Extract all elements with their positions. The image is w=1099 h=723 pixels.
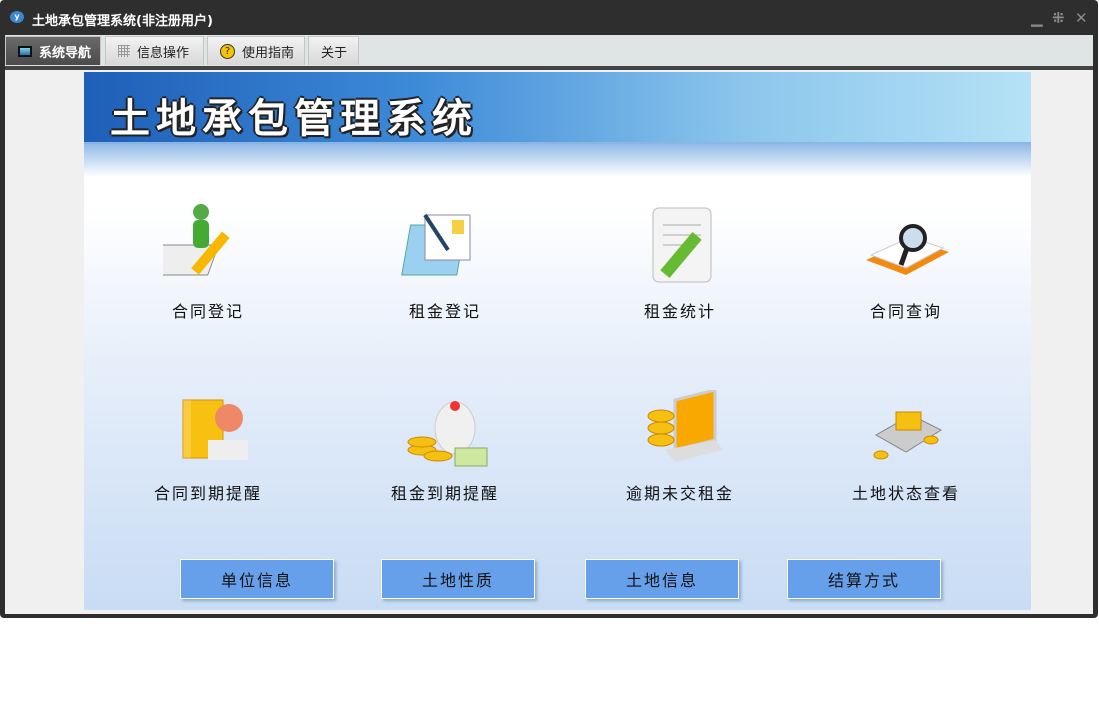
module-label: 合同登记	[171, 302, 244, 321]
module-contract-register[interactable]: 合同登记	[118, 200, 298, 322]
module-rent-statistics[interactable]: 租金统计	[590, 200, 770, 322]
grid-icon	[118, 45, 130, 57]
tab-about[interactable]: 关于	[308, 36, 359, 65]
rent-statistics-icon	[652, 207, 712, 283]
banner-title: 土地承包管理系统	[110, 96, 478, 142]
tab-label: 系统导航	[39, 45, 92, 61]
tab-label: 使用指南	[242, 45, 295, 61]
module-label: 租金登记	[408, 302, 481, 321]
help-icon: ?	[220, 43, 235, 59]
module-land-status[interactable]: 土地状态查看	[816, 390, 996, 504]
window-title: 土地承包管理系统(非注册用户)	[32, 14, 213, 29]
module-label: 逾期未交租金	[625, 484, 734, 503]
module-label: 租金统计	[643, 302, 716, 321]
tab-system-nav[interactable]: 系统导航	[5, 36, 101, 65]
module-label: 合同查询	[869, 302, 942, 321]
overdue-rent-icon	[647, 390, 723, 462]
tab-info-ops[interactable]: 信息操作	[105, 36, 204, 65]
contract-search-icon	[866, 224, 949, 275]
module-contract-search[interactable]: 合同查询	[816, 200, 996, 322]
module-rent-register[interactable]: 租金登记	[355, 200, 535, 322]
module-label: 合同到期提醒	[153, 484, 262, 503]
contract-expiry-icon	[182, 399, 248, 460]
rent-register-icon	[401, 213, 471, 276]
navigation-panel: 土地承包管理系统 合同登记 租金登记 租金统计 合同查询 合同到期提醒 租金到期…	[84, 72, 1031, 610]
restore-icon[interactable]: ⁜	[1052, 9, 1065, 27]
app-window: y 土地承包管理系统(非注册用户) ▁ ⁜ ✕ 系统导航 信息操作 ? 使用指南 …	[0, 0, 1098, 618]
monitor-icon	[18, 45, 32, 57]
minimize-icon[interactable]: ▁	[1031, 9, 1043, 27]
close-icon[interactable]: ✕	[1075, 9, 1088, 27]
tab-bar: 系统导航 信息操作 ? 使用指南 关于	[5, 35, 1093, 66]
module-label: 土地状态查看	[851, 484, 960, 503]
settlement-method-button[interactable]: 结算方式	[787, 559, 941, 599]
land-info-button[interactable]: 土地信息	[585, 559, 739, 599]
unit-info-button[interactable]: 单位信息	[180, 559, 334, 599]
rent-expiry-icon	[407, 401, 488, 467]
tab-label: 信息操作	[137, 45, 190, 61]
banner: 土地承包管理系统	[84, 72, 1031, 177]
title-bar: y 土地承包管理系统(非注册用户) ▁ ⁜ ✕	[0, 0, 1098, 35]
module-rent-expiry[interactable]: 租金到期提醒	[355, 390, 535, 504]
land-status-icon	[873, 411, 943, 460]
tab-guide[interactable]: ? 使用指南	[207, 36, 305, 65]
land-nature-button[interactable]: 土地性质	[381, 559, 535, 599]
app-logo-icon: y	[10, 11, 24, 23]
contract-register-icon	[163, 204, 230, 276]
tab-label: 关于	[321, 45, 348, 61]
module-contract-expiry[interactable]: 合同到期提醒	[118, 390, 298, 504]
module-overdue-rent[interactable]: 逾期未交租金	[590, 390, 770, 504]
module-label: 租金到期提醒	[390, 484, 499, 503]
